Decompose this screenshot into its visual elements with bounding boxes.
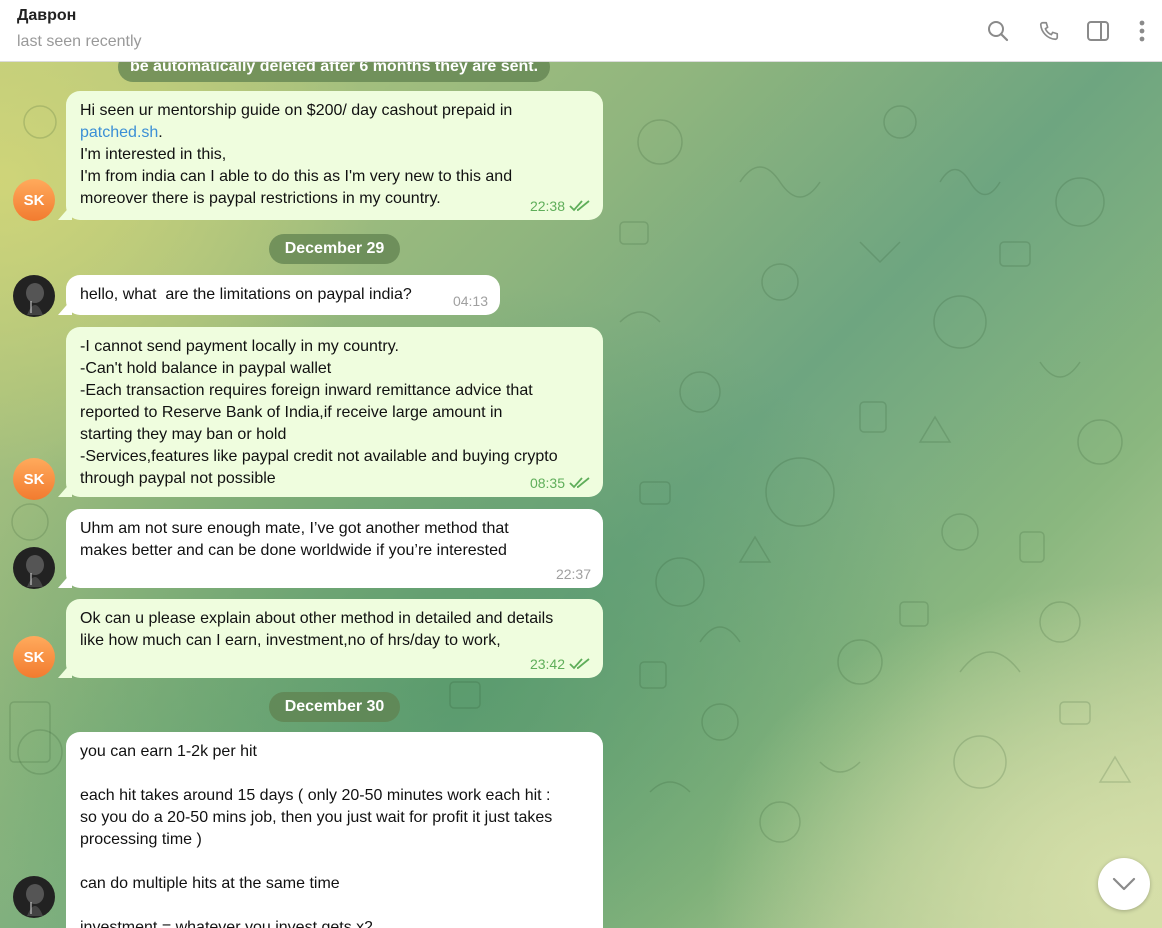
message-meta: 04:13 [453,293,488,309]
message-time: 22:37 [555,566,591,582]
message-time: 08:35 [529,475,565,491]
avatar[interactable]: SK [13,636,55,678]
service-message: be automatically deleted after 6 months … [118,62,550,82]
message-text: hello, what are the limitations on paypa… [80,286,412,303]
chevron-down-icon [1112,877,1136,891]
date-separator: December 29 [269,234,400,264]
date-separator: December 30 [269,692,400,722]
message-meta: 08:35 [530,475,591,491]
message-time: 23:42 [529,656,565,672]
avatar-silhouette-icon [26,555,44,587]
message-outgoing[interactable]: -I cannot send payment locally in my cou… [58,327,603,497]
avatar[interactable]: SK [13,458,55,500]
avatar[interactable] [13,275,55,317]
avatar[interactable] [13,876,55,918]
chat-area[interactable]: be automatically deleted after 6 months … [0,62,1162,928]
message-incoming[interactable]: hello, what are the limitations on paypa… [58,275,500,315]
chat-header: Даврон last seen recently [0,0,1162,62]
message-time: 22:38 [529,198,565,214]
chat-status: last seen recently [17,33,142,50]
more-options-icon[interactable] [1126,15,1158,47]
chat-title[interactable]: Даврон [17,7,76,25]
message-text-part: Hi seen ur mentorship guide on $200/ day… [80,102,517,119]
message-time: 04:13 [452,293,488,309]
message-text: Hi seen ur mentorship guide on $200/ day… [80,100,589,210]
message-meta: 23:42 [530,656,591,672]
message-text: you can earn 1-2k per hit each hit takes… [80,743,553,928]
message-incoming[interactable]: you can earn 1-2k per hit each hit takes… [66,732,603,928]
double-check-icon [569,477,590,489]
message-outgoing[interactable]: Hi seen ur mentorship guide on $200/ day… [58,91,603,220]
message-text: -I cannot send payment locally in my cou… [80,338,558,487]
avatar-silhouette-icon [26,283,44,315]
scroll-to-bottom-button[interactable] [1098,858,1150,910]
message-meta: 22:37 [556,566,591,582]
message-link[interactable]: patched.sh [80,124,158,141]
avatar-silhouette-icon [26,884,44,916]
avatar[interactable]: SK [13,179,55,221]
message-outgoing[interactable]: Ok can u please explain about other meth… [58,599,603,678]
message-text: Uhm am not sure enough mate, I’ve got an… [80,520,509,559]
phone-icon[interactable] [1033,15,1065,47]
double-check-icon [569,200,590,212]
message-meta: 22:38 [530,198,591,214]
message-text: Ok can u please explain about other meth… [80,610,554,649]
avatar[interactable] [13,547,55,589]
message-incoming[interactable]: Uhm am not sure enough mate, I’ve got an… [58,509,603,588]
double-check-icon [569,658,590,670]
search-icon[interactable] [982,15,1014,47]
sidebar-toggle-icon[interactable] [1082,15,1114,47]
